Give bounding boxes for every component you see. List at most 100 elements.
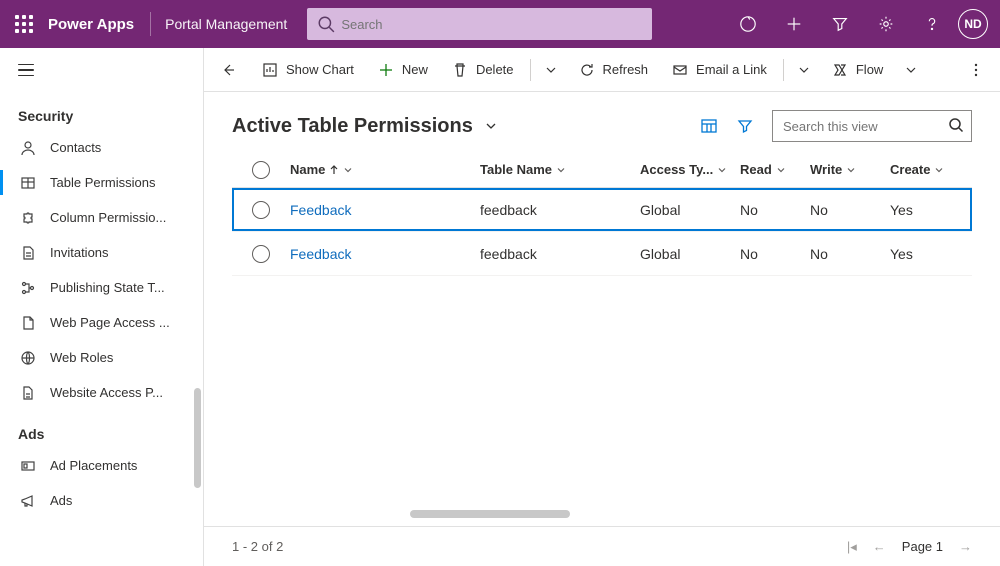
delete-button[interactable]: Delete [442,54,524,86]
col-table[interactable]: Table Name [480,162,640,177]
row-write: No [810,202,890,218]
col-create[interactable]: Create [890,162,960,177]
view-search-wrap [772,110,972,142]
sidebar-toggle[interactable] [0,48,203,92]
back-button[interactable] [210,54,246,86]
pager: |◂ ← Page 1 → [847,539,972,555]
plus-icon [378,62,394,78]
command-bar: Show Chart New Delete Refresh Email a Li… [204,48,1000,92]
row-select[interactable] [252,245,270,263]
branch-icon [18,280,38,296]
email-link-button[interactable]: Email a Link [662,54,777,86]
mail-icon [672,62,688,78]
flow-chevron[interactable] [897,54,925,86]
view-selector[interactable]: Active Table Permissions [232,115,499,138]
chevron-down-icon [717,165,727,175]
global-search-input[interactable] [307,8,652,40]
sidebar-item-label: Website Access P... [50,385,163,400]
delete-split-chevron[interactable] [537,54,565,86]
col-write[interactable]: Write [810,162,890,177]
table-row[interactable]: FeedbackfeedbackGlobalNoNoYes [232,188,972,232]
waffle-icon [15,15,33,33]
grid-footer: 1 - 2 of 2 |◂ ← Page 1 → [204,526,1000,566]
col-name[interactable]: Name [290,162,480,177]
hamburger-icon [18,64,34,77]
page-first[interactable]: |◂ [847,539,857,555]
person-icon [18,140,38,156]
help-icon [923,15,941,33]
chevron-down-icon [776,165,786,175]
grid-header: Name Table Name Access Ty... Read Write … [232,152,972,188]
sidebar-item-table-permissions[interactable]: Table Permissions [0,165,203,200]
brand-label: Power Apps [48,16,134,33]
view-search-button[interactable] [948,117,964,133]
col-read[interactable]: Read [740,162,810,177]
edit-columns-button[interactable] [700,117,718,135]
sidebar-item-ad-placements[interactable]: Ad Placements [0,448,203,483]
publish-button[interactable] [726,2,770,46]
sidebar-item-label: Contacts [50,140,101,155]
view-search-input[interactable] [772,110,972,142]
sidebar-item-label: Invitations [50,245,109,260]
row-table: feedback [480,202,640,218]
select-all[interactable] [252,161,270,179]
page-prev[interactable]: ← [873,539,886,554]
table-row[interactable]: FeedbackfeedbackGlobalNoNoYes [232,232,972,276]
chevron-down-icon [846,165,856,175]
chevron-down-icon [903,62,919,78]
page-icon [18,245,38,261]
sidebar-item-web-page-access-[interactable]: Web Page Access ... [0,305,203,340]
sidebar-group-title: Ads [0,410,203,448]
chevron-down-icon [556,165,566,175]
chevron-down-icon [934,165,944,175]
chevron-down-icon [483,118,499,134]
email-split-chevron[interactable] [790,54,818,86]
sidebar-item-label: Column Permissio... [50,210,166,225]
chart-icon [262,62,278,78]
app-title: Portal Management [165,16,287,32]
view-actions [700,110,972,142]
refresh-button[interactable]: Refresh [569,54,659,86]
new-button[interactable]: New [368,54,438,86]
app-launcher[interactable] [8,8,40,40]
horizontal-scrollbar[interactable] [410,510,570,518]
sidebar-item-contacts[interactable]: Contacts [0,130,203,165]
puzzle-icon [18,210,38,226]
header-actions: ND [726,2,992,46]
row-select[interactable] [252,201,270,219]
filter-button[interactable] [736,117,754,135]
row-count: 1 - 2 of 2 [232,539,283,554]
sidebar-item-website-access-p-[interactable]: Website Access P... [0,375,203,410]
sidebar-item-web-roles[interactable]: Web Roles [0,340,203,375]
row-create: Yes [890,202,960,218]
show-chart-button[interactable]: Show Chart [252,54,364,86]
settings-button[interactable] [864,2,908,46]
sidebar-item-publishing-state-t-[interactable]: Publishing State T... [0,270,203,305]
add-button[interactable] [772,2,816,46]
flow-icon [832,62,848,78]
sidebar-item-ads[interactable]: Ads [0,483,203,518]
chevron-down-icon [343,165,353,175]
help-button[interactable] [910,2,954,46]
row-name-link[interactable]: Feedback [290,202,351,218]
gear-icon [877,15,895,33]
flow-button[interactable]: Flow [822,54,893,86]
refresh-icon [579,62,595,78]
user-avatar[interactable]: ND [958,9,988,39]
row-name-link[interactable]: Feedback [290,246,351,262]
row-access: Global [640,202,740,218]
overflow-menu[interactable] [958,54,994,86]
sidebar-scrollbar[interactable] [194,388,201,488]
file-icon [18,385,38,401]
row-read: No [740,246,810,262]
sidebar-item-label: Table Permissions [50,175,156,190]
back-icon [220,62,236,78]
sort-asc-icon [329,165,339,175]
sidebar-item-column-permissio-[interactable]: Column Permissio... [0,200,203,235]
sidebar-item-label: Ad Placements [50,458,137,473]
filter-button[interactable] [818,2,862,46]
page-next[interactable]: → [959,539,972,554]
col-access[interactable]: Access Ty... [640,162,740,177]
global-search-wrap [307,8,652,40]
sidebar-item-invitations[interactable]: Invitations [0,235,203,270]
